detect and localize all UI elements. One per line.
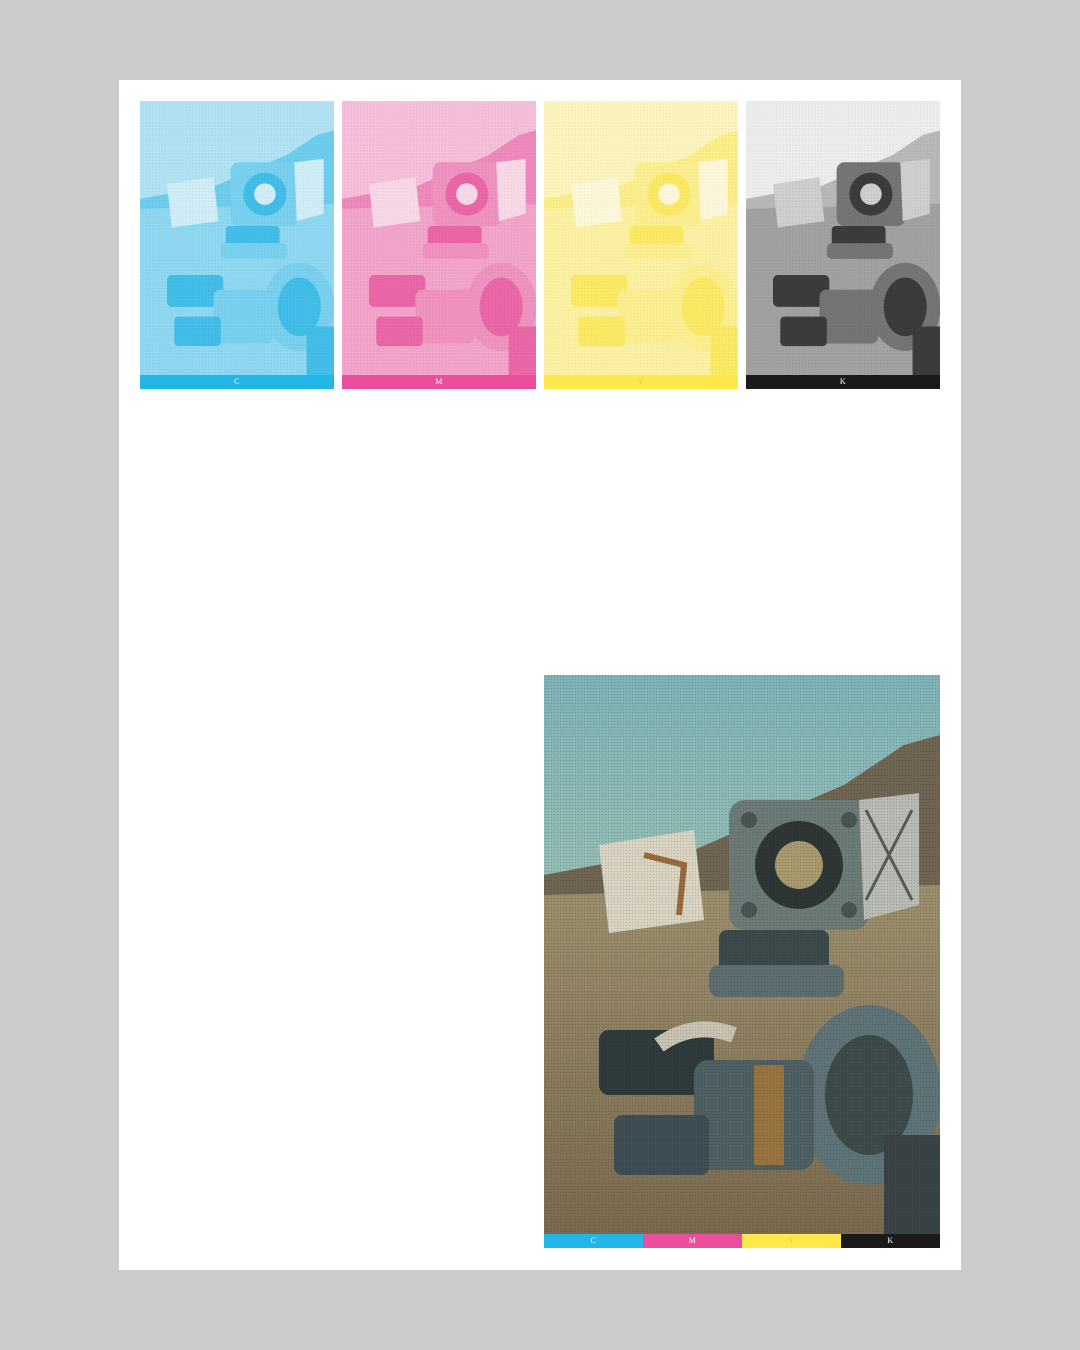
composite-label-m: M bbox=[688, 1236, 697, 1245]
composite-label-c: C bbox=[590, 1236, 597, 1245]
yellow-bar-label: Y bbox=[637, 377, 645, 386]
yellow-color-bar: Y bbox=[544, 375, 738, 389]
separation-cyan: C bbox=[140, 101, 334, 389]
black-color-bar: K bbox=[746, 375, 940, 389]
composite-rover-image bbox=[544, 675, 940, 1234]
composite-color-bar: C M Y K bbox=[544, 1234, 940, 1248]
separation-yellow: Y bbox=[544, 101, 738, 389]
black-separation-image bbox=[746, 101, 940, 375]
separation-magenta: M bbox=[342, 101, 536, 389]
composite-bar-yellow: Y bbox=[742, 1234, 841, 1248]
cyan-color-bar: C bbox=[140, 375, 334, 389]
yellow-separation-image bbox=[544, 101, 738, 375]
magenta-separation-image bbox=[342, 101, 536, 375]
composite-bar-cyan: C bbox=[544, 1234, 643, 1248]
black-bar-label: K bbox=[839, 377, 847, 386]
magenta-bar-label: M bbox=[435, 377, 443, 386]
cyan-separation-image bbox=[140, 101, 334, 375]
magenta-color-bar: M bbox=[342, 375, 536, 389]
composite-print: C M Y K bbox=[544, 675, 940, 1248]
separation-black: K bbox=[746, 101, 940, 389]
composite-bar-black: K bbox=[841, 1234, 940, 1248]
print-sheet: C M Y K C M Y K bbox=[119, 80, 961, 1270]
composite-label-y: Y bbox=[788, 1236, 795, 1245]
composite-bar-magenta: M bbox=[643, 1234, 742, 1248]
composite-label-k: K bbox=[887, 1236, 894, 1245]
cyan-bar-label: C bbox=[234, 377, 240, 386]
